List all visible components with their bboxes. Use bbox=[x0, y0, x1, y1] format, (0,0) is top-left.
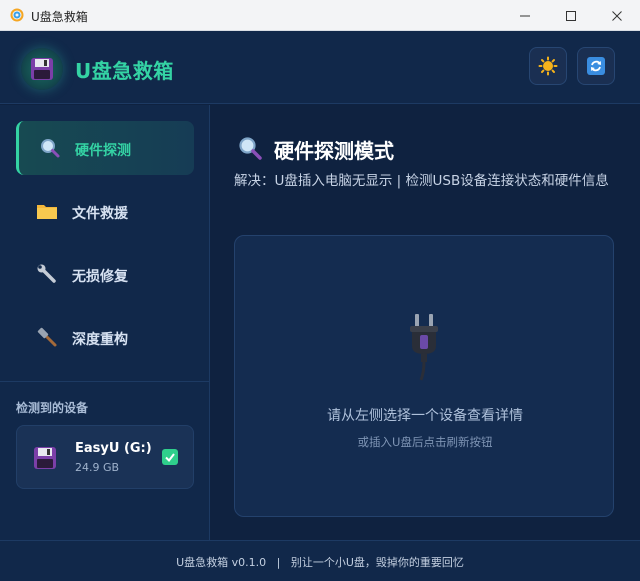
app-logo bbox=[21, 48, 63, 90]
floppy-disk-icon bbox=[31, 58, 53, 80]
plug-icon bbox=[410, 314, 438, 381]
window-title: U盘急救箱 bbox=[31, 10, 88, 24]
device-card[interactable]: EasyU (G:) 24.9 GB bbox=[16, 425, 194, 489]
nav-item-hardware-detect[interactable]: 硬件探测 bbox=[16, 121, 194, 175]
device-details-panel: 请从左侧选择一个设备查看详情 或插入U盘后点击刷新按钮 bbox=[234, 235, 614, 517]
window-titlebar: U盘急救箱 bbox=[0, 0, 640, 31]
folder-icon bbox=[37, 205, 57, 219]
empty-state-title: 请从左侧选择一个设备查看详情 bbox=[327, 408, 523, 424]
app-footer: U盘急救箱 v0.1.0 | 别让一个小U盘，毁掉你的重要回忆 bbox=[0, 540, 640, 581]
device-name: EasyU (G:) bbox=[75, 441, 152, 456]
floppy-disk-icon bbox=[34, 447, 56, 469]
nav-item-lossless-repair[interactable]: 无损修复 bbox=[16, 247, 194, 301]
magnifier-icon bbox=[239, 137, 262, 160]
app-root: U盘急救箱 硬件探测 文件救援 无损修复 深度重构 检测到的设备 EasyU (… bbox=[0, 31, 640, 581]
page-description: 解决：U盘插入电脑无显示 | 检测USB设备连接状态和硬件信息 bbox=[234, 173, 609, 189]
nav-item-deep-rebuild[interactable]: 深度重构 bbox=[16, 310, 194, 364]
device-size: 24.9 GB bbox=[75, 461, 120, 474]
refresh-button[interactable] bbox=[577, 47, 615, 85]
theme-toggle-button[interactable] bbox=[529, 47, 567, 85]
wrench-icon bbox=[37, 264, 56, 283]
app-title: U盘急救箱 bbox=[75, 59, 174, 83]
magnifier-icon bbox=[41, 139, 60, 158]
refresh-icon bbox=[587, 57, 605, 75]
devices-heading: 检测到的设备 bbox=[16, 401, 89, 415]
close-icon bbox=[612, 10, 622, 21]
check-icon bbox=[165, 453, 175, 463]
device-selected-checkbox[interactable] bbox=[162, 449, 178, 465]
minimize-button[interactable] bbox=[502, 0, 548, 31]
footer-text: U盘急救箱 v0.1.0 | 别让一个小U盘，毁掉你的重要回忆 bbox=[176, 556, 464, 569]
page-title: 硬件探测模式 bbox=[274, 139, 394, 163]
nav-label: 无损修复 bbox=[72, 269, 128, 285]
maximize-icon bbox=[566, 10, 576, 21]
close-button[interactable] bbox=[594, 0, 640, 31]
sidebar-divider bbox=[0, 381, 209, 382]
nav-item-file-rescue[interactable]: 文件救援 bbox=[16, 184, 194, 238]
nav-label: 文件救援 bbox=[72, 206, 128, 222]
minimize-icon bbox=[520, 15, 530, 16]
main-content: 硬件探测模式 解决：U盘插入电脑无显示 | 检测USB设备连接状态和硬件信息 请… bbox=[210, 105, 640, 540]
app-window-icon bbox=[10, 8, 24, 22]
maximize-button[interactable] bbox=[548, 0, 594, 31]
nav-label: 深度重构 bbox=[72, 332, 128, 348]
sidebar: 硬件探测 文件救援 无损修复 深度重构 检测到的设备 EasyU (G:) 24… bbox=[0, 105, 210, 540]
empty-state-hint: 或插入U盘后点击刷新按钮 bbox=[357, 435, 493, 449]
sun-icon bbox=[538, 56, 558, 76]
hammer-icon bbox=[37, 327, 57, 347]
nav-label: 硬件探测 bbox=[75, 143, 131, 159]
app-header: U盘急救箱 bbox=[0, 31, 640, 104]
